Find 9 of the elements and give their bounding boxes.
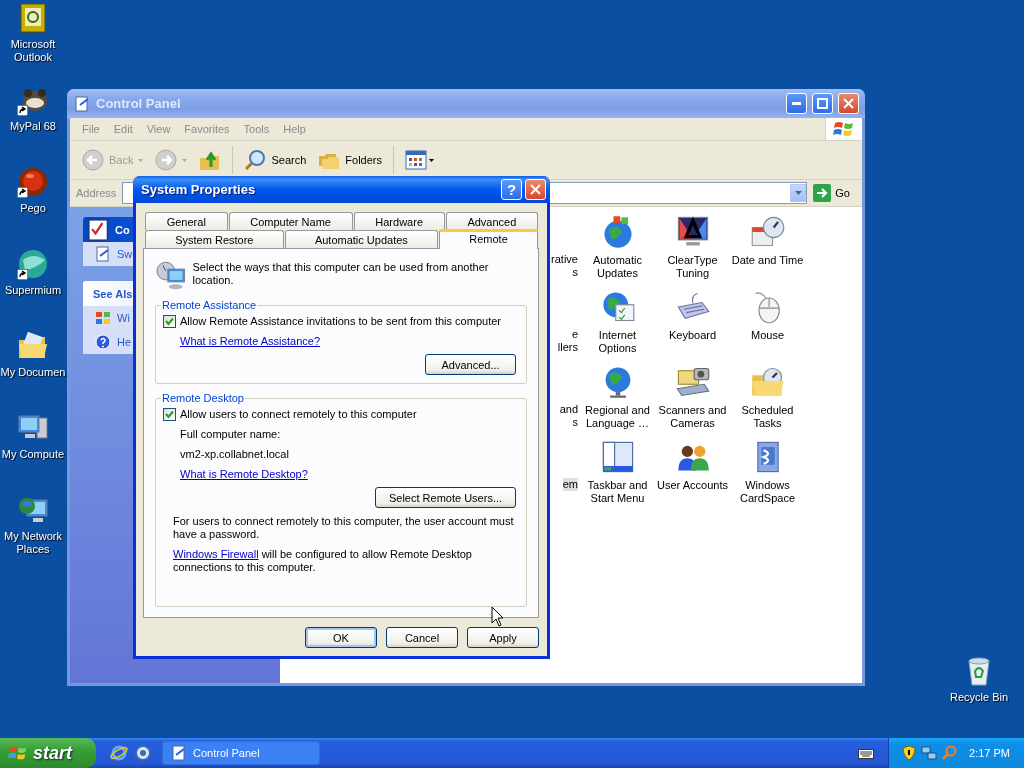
- computer-name-label: Full computer name:: [180, 428, 281, 441]
- window-title: Control Panel: [96, 96, 182, 111]
- address-label: Address: [76, 187, 117, 199]
- password-note: For users to connect remotely to this computer, the user account must have a password.: [172, 515, 515, 541]
- dialog-title: System Properties: [141, 182, 257, 197]
- firewall-note: Windows Firewall will be configured to allow Remote Desktop connections to this computer.: [172, 548, 473, 574]
- task-box-heading: Co: [115, 223, 130, 236]
- computer-name-value: vm2-xp.collabnet.local: [180, 448, 289, 461]
- group-title: Remote Desktop: [161, 392, 245, 404]
